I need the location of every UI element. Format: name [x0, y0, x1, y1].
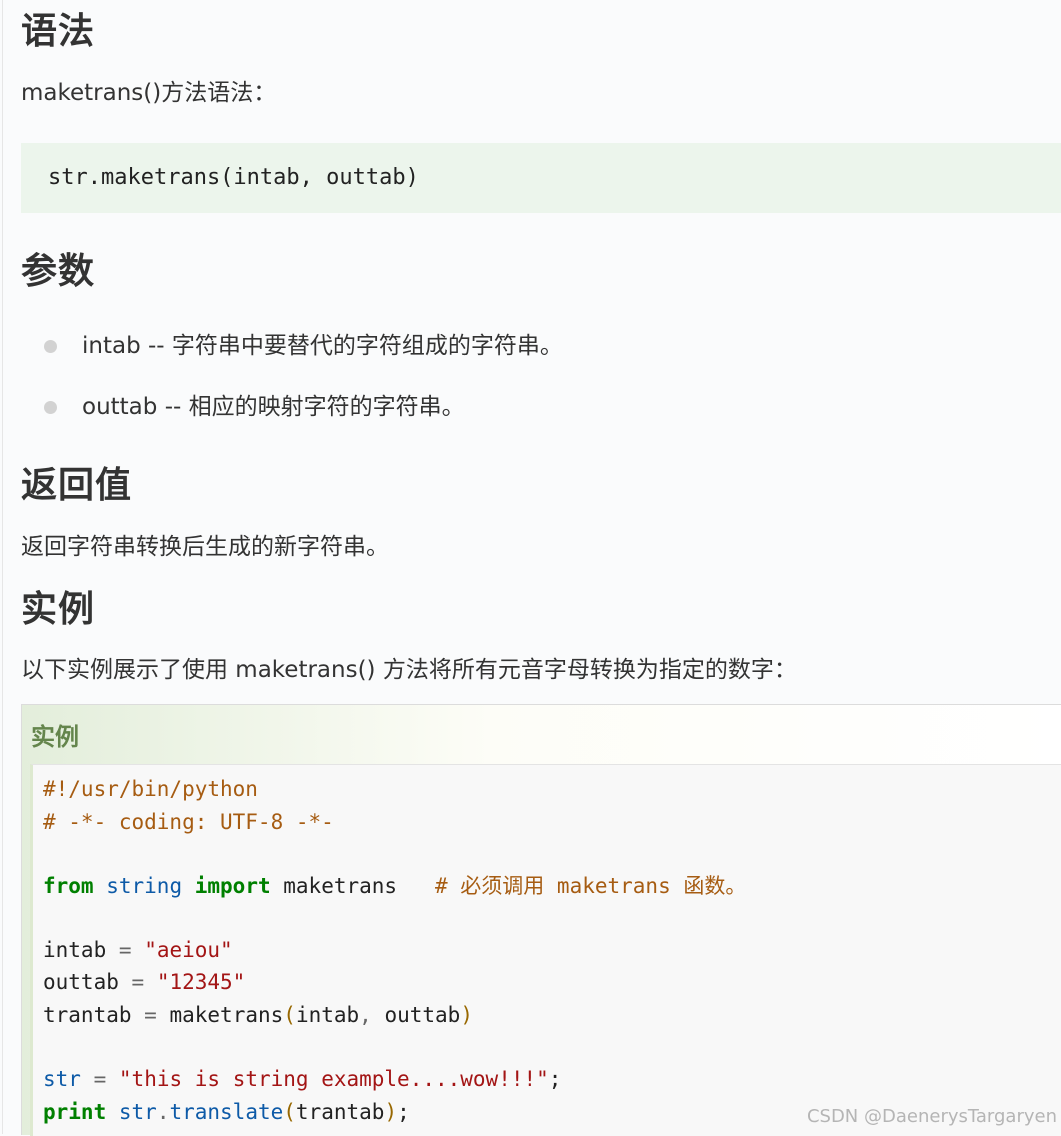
code-line-print: print str.translate(trantab); — [43, 1102, 410, 1123]
code-token-keyword: print — [43, 1100, 107, 1124]
code-token-paren: ( — [283, 1003, 296, 1027]
code-token-op: = — [131, 970, 145, 994]
syntax-intro: maketrans()方法语法： — [21, 80, 277, 106]
bullet-dot-icon — [44, 401, 57, 414]
code-token-method: translate — [169, 1100, 284, 1124]
code-line-intab: intab = "aeiou" — [43, 940, 233, 961]
code-token-op: = — [93, 1067, 107, 1091]
example-box-title: 实例 — [31, 723, 79, 751]
code-token-paren: ) — [384, 1100, 398, 1124]
code-token-var: str — [43, 1067, 81, 1091]
code-token-semicolon: ; — [548, 1067, 562, 1091]
left-divider — [2, 0, 3, 1134]
params-heading: 参数 — [21, 251, 96, 292]
code-token-var: outtab — [43, 970, 119, 994]
article-page: 语法 maketrans()方法语法： str.maketrans(intab,… — [0, 0, 1061, 1136]
code-token-string: "12345" — [156, 970, 246, 994]
code-token-func: maketrans — [169, 1003, 284, 1027]
code-token-keyword: import — [194, 874, 271, 898]
code-token-comma: , — [359, 1003, 372, 1027]
code-line-shebang: #!/usr/bin/python — [43, 777, 258, 801]
code-token-name: maketrans — [283, 874, 398, 898]
code-token-dot: . — [156, 1100, 170, 1124]
returns-text: 返回字符串转换后生成的新字符串。 — [21, 534, 389, 560]
param-item-label: outtab -- 相应的映射字符的字符串。 — [82, 394, 465, 420]
code-token-comment: # 必须调用 maketrans 函数。 — [435, 874, 747, 898]
code-token-var: trantab — [43, 1003, 132, 1027]
code-line-coding: # -*- coding: UTF-8 -*- — [43, 810, 334, 834]
code-token-arg: outtab — [384, 1003, 461, 1027]
param-item-label: intab -- 字符串中要替代的字符组成的字符串。 — [82, 333, 563, 359]
syntax-code-block: str.maketrans(intab, outtab) — [21, 143, 1061, 213]
code-token-paren: ( — [283, 1100, 296, 1124]
returns-heading: 返回值 — [21, 465, 133, 506]
code-token-object: str — [118, 1100, 157, 1124]
example-intro: 以下实例展示了使用 maketrans() 方法将所有元音字母转换为指定的数字： — [21, 657, 797, 683]
syntax-code: str.maketrans(intab, outtab) — [48, 165, 419, 190]
code-line-import: from string import maketrans # 必须调用 make… — [43, 876, 746, 897]
code-token-var: intab — [43, 938, 107, 962]
example-box: 实例 #!/usr/bin/python # -*- coding: UTF-8… — [21, 704, 1061, 1136]
code-line-str: str = "this is string example....wow!!!"… — [43, 1069, 561, 1090]
code-token-keyword: from — [43, 874, 94, 898]
bullet-dot-icon — [44, 340, 57, 353]
example-heading: 实例 — [21, 589, 96, 630]
csdn-watermark: CSDN @DaenerysTargaryen — [806, 1106, 1057, 1127]
syntax-heading: 语法 — [21, 11, 96, 52]
code-line-trantab: trantab = maketrans(intab, outtab) — [43, 1005, 473, 1026]
code-token-arg: intab — [295, 1003, 360, 1027]
code-token-string: "aeiou" — [144, 938, 233, 962]
code-token-op: = — [118, 938, 132, 962]
code-token-semicolon: ; — [397, 1100, 410, 1124]
code-token-module: string — [106, 874, 183, 898]
code-token-paren: ) — [460, 1003, 473, 1027]
example-code-block: #!/usr/bin/python # -*- coding: UTF-8 -*… — [30, 764, 1061, 1136]
code-token-op: = — [144, 1003, 157, 1027]
code-token-string: "this is string example....wow!!!" — [118, 1067, 549, 1091]
code-line-outtab: outtab = "12345" — [43, 972, 245, 993]
code-token-arg: trantab — [295, 1100, 385, 1124]
